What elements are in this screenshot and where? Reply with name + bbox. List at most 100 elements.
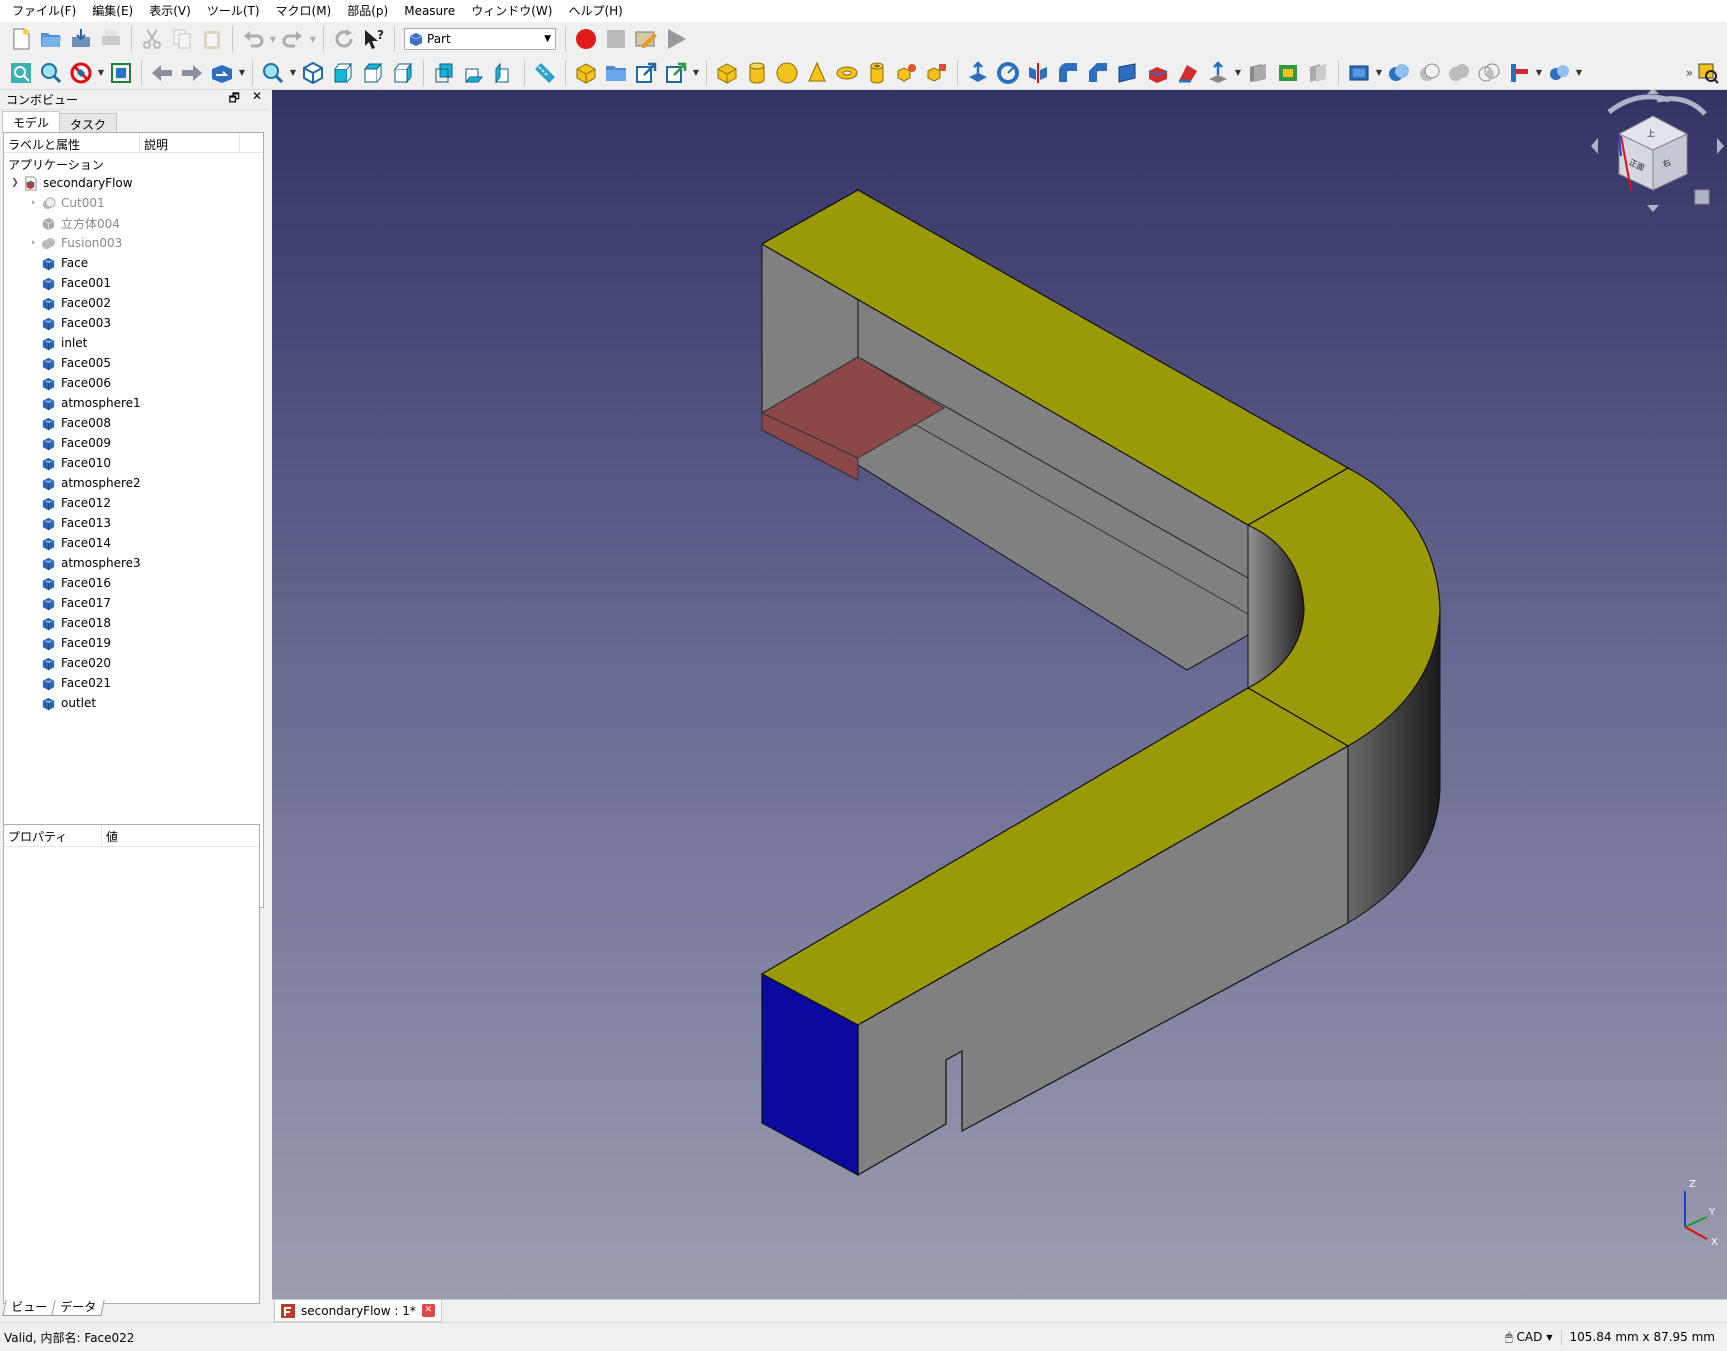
chevron-right-icon[interactable]: › [26, 238, 40, 248]
chevron-down-icon[interactable]: ❯ [8, 178, 22, 188]
redo-dropdown[interactable]: ▼ [308, 24, 318, 54]
part-extrude-button[interactable] [963, 58, 993, 88]
part-fillet-button[interactable] [1053, 58, 1083, 88]
chevron-right-icon[interactable]: › [26, 198, 40, 208]
menu-file[interactable]: ファイル(F) [4, 0, 84, 22]
tree-item-cut001[interactable]: › Cut001 [4, 193, 263, 213]
create-group-button[interactable] [601, 58, 631, 88]
close-tab-icon[interactable]: ✕ [421, 1304, 435, 1317]
tree-item-face006[interactable]: Face006 [4, 373, 263, 393]
tree-item-atmosphere3[interactable]: atmosphere3 [4, 553, 263, 573]
close-icon[interactable]: ✕ [252, 89, 262, 110]
menu-tools[interactable]: ツール(T) [199, 0, 268, 22]
view-back-button[interactable] [147, 58, 177, 88]
tree-item-face003[interactable]: Face003 [4, 313, 263, 333]
macro-execute-button[interactable] [661, 24, 691, 54]
tree-item-face020[interactable]: Face020 [4, 653, 263, 673]
tree-item-face021[interactable]: Face021 [4, 673, 263, 693]
draw-style-button[interactable] [66, 58, 96, 88]
tree-item-face013[interactable]: Face013 [4, 513, 263, 533]
3d-viewport[interactable]: 上 正面 右 Z Y X [272, 90, 1727, 1299]
part-cone-button[interactable] [802, 58, 832, 88]
tree-item-face016[interactable]: Face016 [4, 573, 263, 593]
part-offset-button[interactable] [1203, 58, 1233, 88]
tab-view[interactable]: ビュー [2, 1300, 56, 1316]
macro-stop-button[interactable] [601, 24, 631, 54]
view-forward-button[interactable] [177, 58, 207, 88]
view-isometric-button[interactable] [298, 58, 328, 88]
cut-button[interactable] [137, 24, 167, 54]
create-link-actions-button[interactable] [661, 58, 691, 88]
tree-item-inlet[interactable]: inlet [4, 333, 263, 353]
menu-edit[interactable]: 編集(E) [84, 0, 141, 22]
tree-item-atmosphere2[interactable]: atmosphere2 [4, 473, 263, 493]
save-button[interactable] [66, 24, 96, 54]
tree-item-face018[interactable]: Face018 [4, 613, 263, 633]
menu-help[interactable]: ヘルプ(H) [560, 0, 630, 22]
part-tube-button[interactable] [862, 58, 892, 88]
create-link-button[interactable] [631, 58, 661, 88]
measure-distance-button[interactable] [530, 58, 560, 88]
copy-button[interactable] [167, 24, 197, 54]
navigation-style-button[interactable]: 🖱 CAD ▼ [1505, 1329, 1562, 1345]
tree-document-row[interactable]: ❯ secondaryFlow [4, 173, 263, 193]
tree-item-atmosphere1[interactable]: atmosphere1 [4, 393, 263, 413]
new-document-button[interactable] [6, 24, 36, 54]
tree-item-face019[interactable]: Face019 [4, 633, 263, 653]
print-button[interactable] [96, 24, 126, 54]
tree-item-face005[interactable]: Face005 [4, 353, 263, 373]
split-dropdown[interactable]: ▼ [1574, 58, 1584, 88]
refresh-button[interactable] [329, 24, 359, 54]
arrow-right-icon[interactable] [1717, 138, 1724, 154]
property-header-name[interactable]: プロパティ [4, 825, 102, 846]
part-make-face-button[interactable] [1113, 58, 1143, 88]
tree-item-face012[interactable]: Face012 [4, 493, 263, 513]
tab-data[interactable]: データ [51, 1300, 105, 1316]
undo-dropdown[interactable]: ▼ [268, 24, 278, 54]
menu-macro[interactable]: マクロ(M) [268, 0, 340, 22]
tree-item-face010[interactable]: Face010 [4, 453, 263, 473]
menu-measure[interactable]: Measure [396, 0, 463, 22]
arrow-left-icon[interactable] [1591, 138, 1598, 154]
menu-part[interactable]: 部品(p) [339, 0, 396, 22]
part-compound-button[interactable] [1344, 58, 1374, 88]
macro-edit-button[interactable] [631, 24, 661, 54]
part-boolean-button[interactable] [1384, 58, 1414, 88]
menu-window[interactable]: ウィンドウ(W) [463, 0, 560, 22]
tree-item-face008[interactable]: Face008 [4, 413, 263, 433]
tree-item-face[interactable]: Face [4, 253, 263, 273]
tree-item-fusion003[interactable]: › Fusion003 [4, 233, 263, 253]
draw-style-dropdown[interactable]: ▼ [96, 58, 106, 88]
redo-button[interactable] [278, 24, 308, 54]
tree-item-outlet[interactable]: outlet [4, 693, 263, 713]
property-header-value[interactable]: 値 [102, 825, 242, 846]
view-menu-cube-icon[interactable] [1694, 189, 1710, 205]
measure-tool-button[interactable] [1693, 58, 1723, 88]
open-button[interactable] [36, 24, 66, 54]
zoom-dropdown[interactable]: ▼ [288, 58, 298, 88]
join-dropdown[interactable]: ▼ [1534, 58, 1544, 88]
compound-dropdown[interactable]: ▼ [1374, 58, 1384, 88]
part-fuse-button[interactable] [1444, 58, 1474, 88]
view-front-button[interactable] [328, 58, 358, 88]
zoom-button[interactable] [258, 58, 288, 88]
part-split-button[interactable] [1544, 58, 1574, 88]
part-torus-button[interactable] [832, 58, 862, 88]
fit-selection-button[interactable] [36, 58, 66, 88]
link-actions-dropdown[interactable]: ▼ [691, 58, 701, 88]
view-top-button[interactable] [358, 58, 388, 88]
undo-button[interactable] [238, 24, 268, 54]
whats-this-button[interactable]: ? [359, 24, 389, 54]
part-loft-button[interactable] [1173, 58, 1203, 88]
part-mirror-button[interactable] [1023, 58, 1053, 88]
view-left-button[interactable] [489, 58, 519, 88]
part-primitives-button[interactable] [892, 58, 922, 88]
bounding-box-button[interactable] [106, 58, 136, 88]
part-projection-button[interactable] [1273, 58, 1303, 88]
navigation-cube[interactable]: 上 正面 右 [1587, 90, 1727, 220]
document-tab[interactable]: secondaryFlow : 1* ✕ [274, 1300, 442, 1322]
part-sphere-button[interactable] [772, 58, 802, 88]
workbench-selector[interactable]: Part ▼ [404, 28, 556, 50]
macro-record-button[interactable] [571, 24, 601, 54]
arrow-down-icon[interactable] [1647, 205, 1659, 212]
